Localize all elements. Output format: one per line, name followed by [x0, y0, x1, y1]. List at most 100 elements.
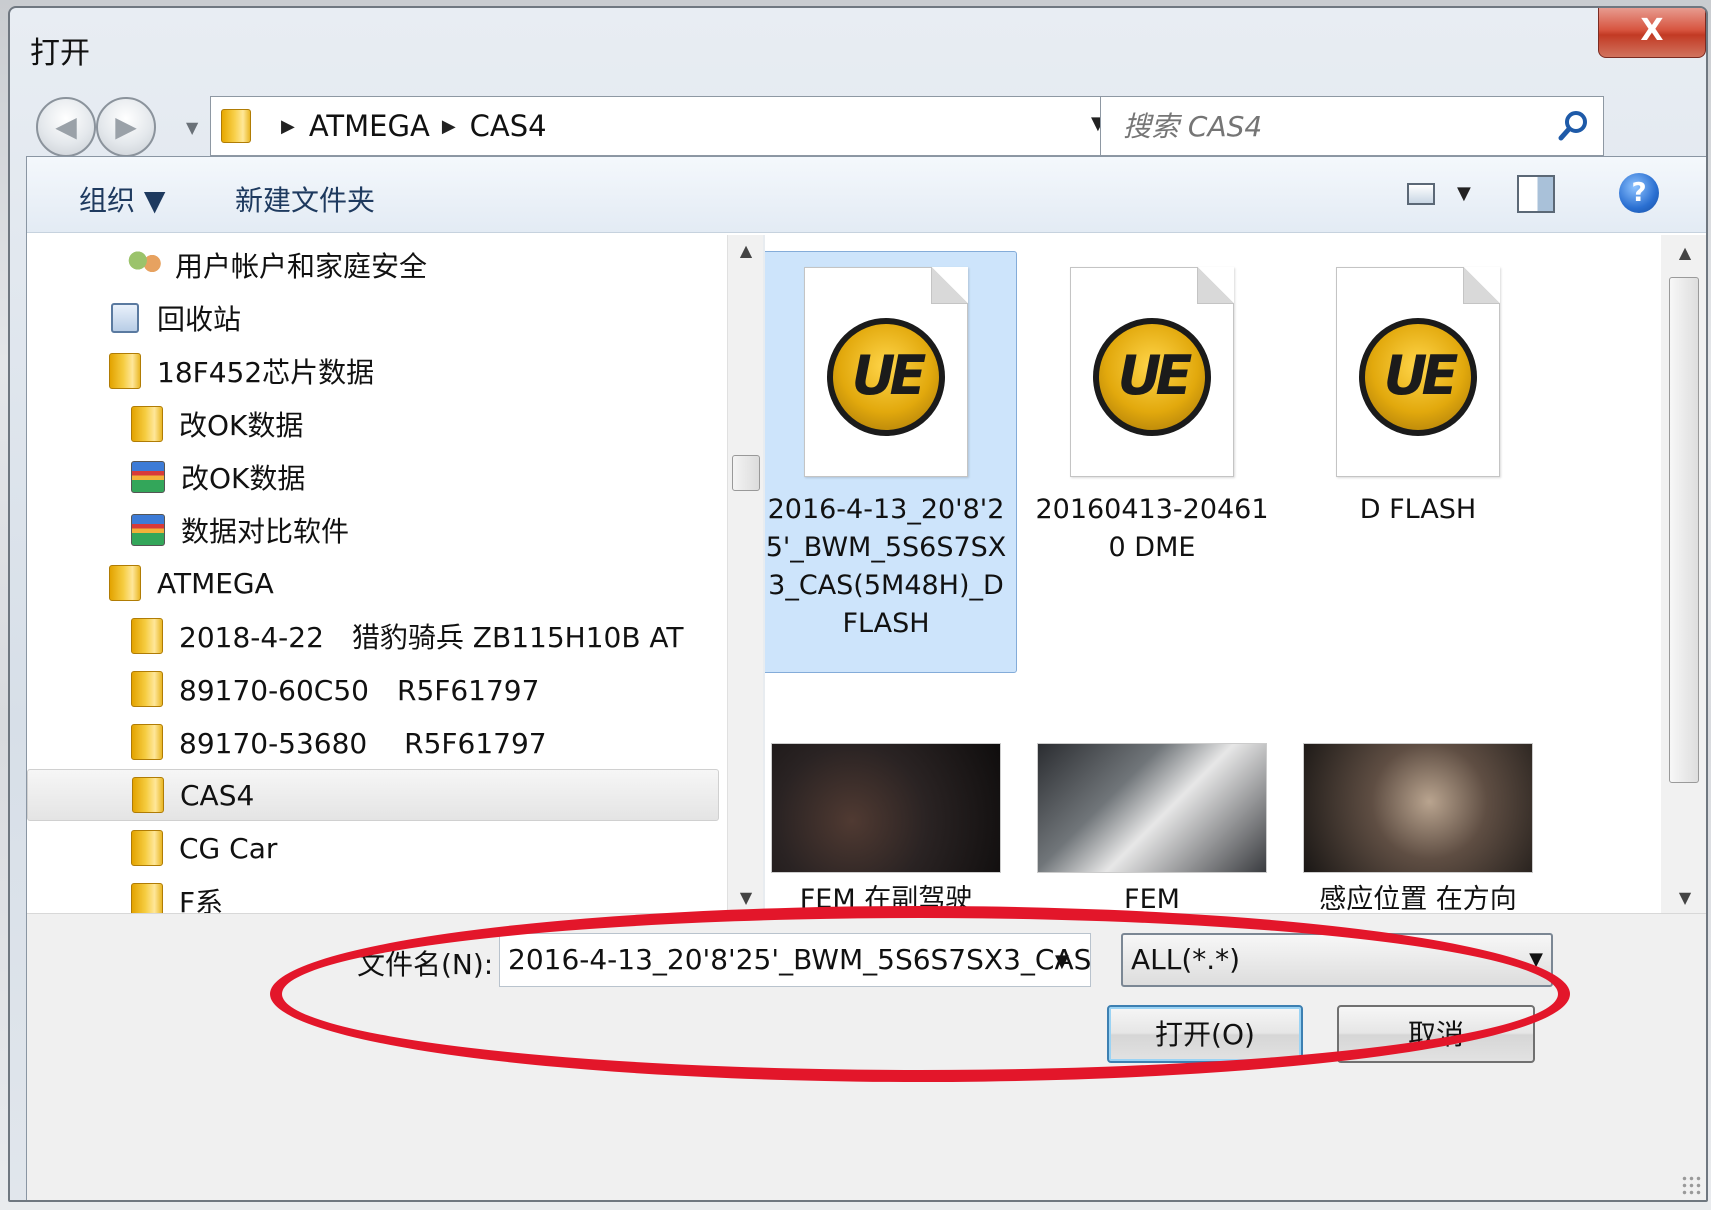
document-icon: UE: [1070, 267, 1234, 477]
folder-icon: [109, 353, 141, 389]
folder-icon: [131, 830, 163, 866]
archive-icon: [131, 461, 165, 493]
search-box[interactable]: [1100, 96, 1604, 156]
tree-item-label: 18F452芯片数据: [157, 356, 375, 389]
file-type-select[interactable]: ALL(*.*) ▼: [1121, 933, 1553, 987]
tree-item-folder[interactable]: CG Car: [27, 822, 719, 874]
tree-item-label: 用户帐户和家庭安全: [175, 250, 428, 283]
users-icon: [127, 250, 163, 280]
tree-item-archive[interactable]: 数据对比软件: [27, 504, 719, 556]
title-bar: 打开 X: [10, 8, 1706, 82]
view-options-dropdown-icon[interactable]: ▼: [1457, 183, 1471, 204]
file-item[interactable]: UE 20160413-204610 DME: [1021, 251, 1283, 567]
scroll-up-icon[interactable]: ▲: [1661, 243, 1706, 262]
file-type-value: ALL(*.*): [1131, 943, 1241, 976]
chevron-down-icon: ▼: [1529, 949, 1543, 970]
breadcrumb-separator-icon[interactable]: ▶: [442, 116, 456, 137]
recycle-bin-icon: [111, 303, 139, 333]
help-icon[interactable]: ?: [1619, 173, 1659, 213]
breadcrumb-cas4[interactable]: CAS4: [470, 109, 547, 143]
tree-item-label: 改OK数据: [179, 409, 304, 442]
tree-item-folder[interactable]: 改OK数据: [27, 398, 719, 450]
document-icon: UE: [804, 267, 968, 477]
archive-icon: [131, 514, 165, 546]
navigation-tree[interactable]: 用户帐户和家庭安全 回收站 18F452芯片数据 改OK数据 改OK数据 数据对…: [27, 235, 727, 913]
open-file-dialog: 打开 X ◀ ▶ ▼ ▶ ATMEGA ▶ CAS4 ▼ ⇆ 组织: [8, 6, 1708, 1202]
file-item[interactable]: FEM 在副驾驶: [765, 743, 1017, 913]
close-button[interactable]: X: [1598, 8, 1706, 58]
dialog-title: 打开: [30, 36, 90, 71]
image-thumbnail: [771, 743, 1001, 873]
folder-icon: [109, 565, 141, 601]
file-item[interactable]: FEM: [1021, 743, 1283, 913]
filename-input[interactable]: 2016-4-13_20'8'25'_BWM_5S6S7SX3_CAS: [499, 933, 1091, 987]
tree-item-cas4[interactable]: CAS4: [27, 769, 719, 821]
file-name: FEM 在副驾驶: [799, 884, 973, 913]
command-toolbar: 组织 ▼ 新建文件夹 ▼ ?: [27, 157, 1706, 233]
tree-item-archive[interactable]: 改OK数据: [27, 451, 719, 503]
folder-icon: [132, 777, 164, 813]
tree-item-label: 改OK数据: [181, 462, 306, 495]
image-thumbnail: [1037, 743, 1267, 873]
tree-item-recycle-bin[interactable]: 回收站: [27, 292, 719, 344]
tree-item-atmega[interactable]: ATMEGA: [27, 557, 719, 609]
file-name: D FLASH: [1359, 494, 1477, 525]
filename-dropdown-icon[interactable]: ▼: [1055, 951, 1069, 972]
file-view[interactable]: UE 2016-4-13_20'8'25'_BWM_5S6S7SX3_CAS(5…: [765, 235, 1661, 913]
tree-item-label: CAS4: [180, 778, 255, 812]
tree-item-folder[interactable]: 2018-4-22 猎豹骑兵 ZB115H10B AT: [27, 610, 719, 662]
filename-label: 文件名(N):: [357, 948, 494, 981]
content-pane: 组织 ▼ 新建文件夹 ▼ ? 用户帐户和家庭安全 回收站 18F452芯片数据: [26, 156, 1706, 1200]
ultraedit-icon: UE: [827, 318, 945, 436]
tree-scrollbar-thumb[interactable]: [732, 455, 760, 491]
tree-item-folder[interactable]: 89170-53680 R5F61797: [27, 716, 719, 768]
breadcrumb: ▶ ATMEGA ▶ CAS4: [211, 97, 547, 155]
ultraedit-icon: UE: [1359, 318, 1477, 436]
forward-button[interactable]: ▶: [96, 97, 156, 157]
tree-item-folder[interactable]: 89170-60C50 R5F61797: [27, 663, 719, 715]
folder-icon: [131, 883, 163, 913]
file-item[interactable]: 感应位置 在方向: [1287, 743, 1549, 913]
tree-item-folder[interactable]: 18F452芯片数据: [27, 345, 719, 397]
file-item[interactable]: UE 2016-4-13_20'8'25'_BWM_5S6S7SX3_CAS(5…: [765, 251, 1017, 673]
tree-item-user-accounts[interactable]: 用户帐户和家庭安全: [27, 239, 719, 291]
file-name: FEM: [1124, 884, 1180, 913]
new-folder-button[interactable]: 新建文件夹: [235, 179, 375, 219]
change-view-icon[interactable]: [1407, 183, 1435, 205]
scroll-down-icon[interactable]: ▼: [1661, 888, 1706, 907]
tree-item-folder[interactable]: F系: [27, 875, 719, 913]
scroll-up-icon[interactable]: ▲: [728, 241, 764, 260]
tree-item-label: F系: [179, 886, 224, 913]
folder-icon: [221, 109, 251, 143]
document-icon: UE: [1336, 267, 1500, 477]
organize-button[interactable]: 组织 ▼: [79, 179, 165, 219]
cancel-button[interactable]: 取消: [1337, 1005, 1535, 1063]
file-name: 2016-4-13_20'8'25'_BWM_5S6S7SX3_CAS(5M48…: [765, 494, 1007, 639]
file-name: 感应位置 在方向: [1319, 884, 1517, 913]
tree-item-label: CG Car: [179, 831, 278, 865]
tree-item-label: 2018-4-22 猎豹骑兵 ZB115H10B AT: [179, 621, 684, 654]
file-scrollbar-thumb[interactable]: [1669, 277, 1699, 783]
breadcrumb-separator-icon[interactable]: ▶: [281, 116, 295, 137]
tree-item-label: ATMEGA: [157, 566, 274, 600]
tree-item-label: 89170-53680 R5F61797: [179, 727, 547, 760]
tree-scrollbar[interactable]: ▲ ▼: [727, 235, 763, 913]
preview-pane-icon[interactable]: [1517, 175, 1555, 213]
back-button[interactable]: ◀: [36, 97, 96, 157]
resize-grip[interactable]: [1681, 1175, 1701, 1195]
image-thumbnail: [1303, 743, 1533, 873]
folder-icon: [131, 406, 163, 442]
scroll-down-icon[interactable]: ▼: [728, 888, 764, 907]
tree-item-label: 89170-60C50 R5F61797: [179, 674, 540, 707]
search-icon[interactable]: [1557, 109, 1591, 143]
recent-locations-dropdown[interactable]: ▼: [186, 118, 198, 137]
ultraedit-icon: UE: [1093, 318, 1211, 436]
file-item[interactable]: UE D FLASH: [1287, 251, 1549, 529]
search-input[interactable]: [1121, 106, 1541, 146]
open-button[interactable]: 打开(O): [1107, 1005, 1303, 1063]
breadcrumb-atmega[interactable]: ATMEGA: [309, 109, 430, 143]
file-scrollbar[interactable]: ▲ ▼: [1661, 235, 1706, 913]
close-icon: X: [1640, 13, 1664, 48]
tree-item-label: 数据对比软件: [181, 515, 350, 548]
address-bar[interactable]: ▶ ATMEGA ▶ CAS4 ▼ ⇆: [210, 96, 1174, 156]
